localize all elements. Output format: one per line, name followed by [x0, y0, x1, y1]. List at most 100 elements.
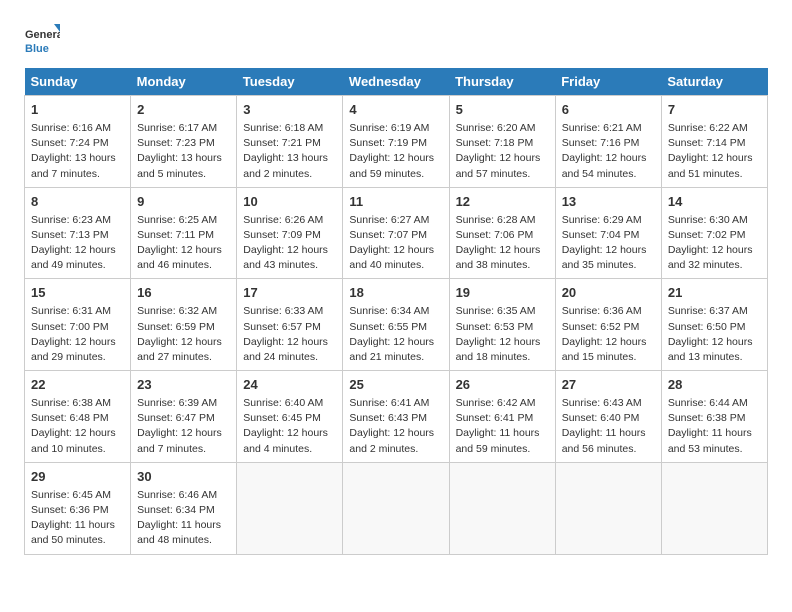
day-number: 25 — [349, 376, 442, 395]
day-info: Sunrise: 6:31 AMSunset: 7:00 PMDaylight:… — [31, 304, 124, 365]
weekday-header-monday: Monday — [131, 68, 237, 96]
calendar-day-23: 23Sunrise: 6:39 AMSunset: 6:47 PMDayligh… — [131, 371, 237, 463]
calendar-day-15: 15Sunrise: 6:31 AMSunset: 7:00 PMDayligh… — [25, 279, 131, 371]
header: General Blue — [24, 20, 768, 60]
calendar-day-9: 9Sunrise: 6:25 AMSunset: 7:11 PMDaylight… — [131, 187, 237, 279]
day-info: Sunrise: 6:34 AMSunset: 6:55 PMDaylight:… — [349, 304, 442, 365]
day-number: 16 — [137, 284, 230, 303]
calendar-week-row: 29Sunrise: 6:45 AMSunset: 6:36 PMDayligh… — [25, 462, 768, 554]
day-info: Sunrise: 6:27 AMSunset: 7:07 PMDaylight:… — [349, 213, 442, 274]
calendar-day-empty — [449, 462, 555, 554]
calendar-day-empty — [343, 462, 449, 554]
calendar-day-18: 18Sunrise: 6:34 AMSunset: 6:55 PMDayligh… — [343, 279, 449, 371]
calendar-day-empty — [555, 462, 661, 554]
day-info: Sunrise: 6:19 AMSunset: 7:19 PMDaylight:… — [349, 121, 442, 182]
svg-text:General: General — [25, 29, 60, 41]
day-number: 30 — [137, 468, 230, 487]
weekday-header-thursday: Thursday — [449, 68, 555, 96]
calendar-day-8: 8Sunrise: 6:23 AMSunset: 7:13 PMDaylight… — [25, 187, 131, 279]
calendar-week-row: 15Sunrise: 6:31 AMSunset: 7:00 PMDayligh… — [25, 279, 768, 371]
day-info: Sunrise: 6:42 AMSunset: 6:41 PMDaylight:… — [456, 396, 549, 457]
day-info: Sunrise: 6:21 AMSunset: 7:16 PMDaylight:… — [562, 121, 655, 182]
day-info: Sunrise: 6:37 AMSunset: 6:50 PMDaylight:… — [668, 304, 761, 365]
day-number: 5 — [456, 101, 549, 120]
day-number: 2 — [137, 101, 230, 120]
weekday-header-saturday: Saturday — [661, 68, 767, 96]
calendar-day-11: 11Sunrise: 6:27 AMSunset: 7:07 PMDayligh… — [343, 187, 449, 279]
calendar-day-19: 19Sunrise: 6:35 AMSunset: 6:53 PMDayligh… — [449, 279, 555, 371]
calendar-day-26: 26Sunrise: 6:42 AMSunset: 6:41 PMDayligh… — [449, 371, 555, 463]
day-number: 8 — [31, 193, 124, 212]
calendar-day-3: 3Sunrise: 6:18 AMSunset: 7:21 PMDaylight… — [237, 96, 343, 188]
day-number: 13 — [562, 193, 655, 212]
day-info: Sunrise: 6:28 AMSunset: 7:06 PMDaylight:… — [456, 213, 549, 274]
day-info: Sunrise: 6:41 AMSunset: 6:43 PMDaylight:… — [349, 396, 442, 457]
calendar-day-4: 4Sunrise: 6:19 AMSunset: 7:19 PMDaylight… — [343, 96, 449, 188]
day-info: Sunrise: 6:32 AMSunset: 6:59 PMDaylight:… — [137, 304, 230, 365]
calendar-day-22: 22Sunrise: 6:38 AMSunset: 6:48 PMDayligh… — [25, 371, 131, 463]
calendar-day-empty — [661, 462, 767, 554]
day-number: 19 — [456, 284, 549, 303]
day-number: 4 — [349, 101, 442, 120]
day-number: 18 — [349, 284, 442, 303]
day-info: Sunrise: 6:33 AMSunset: 6:57 PMDaylight:… — [243, 304, 336, 365]
day-info: Sunrise: 6:26 AMSunset: 7:09 PMDaylight:… — [243, 213, 336, 274]
calendar-table: SundayMondayTuesdayWednesdayThursdayFrid… — [24, 68, 768, 555]
day-number: 15 — [31, 284, 124, 303]
weekday-header-friday: Friday — [555, 68, 661, 96]
day-number: 27 — [562, 376, 655, 395]
day-number: 24 — [243, 376, 336, 395]
day-info: Sunrise: 6:30 AMSunset: 7:02 PMDaylight:… — [668, 213, 761, 274]
day-number: 26 — [456, 376, 549, 395]
calendar-day-17: 17Sunrise: 6:33 AMSunset: 6:57 PMDayligh… — [237, 279, 343, 371]
day-info: Sunrise: 6:17 AMSunset: 7:23 PMDaylight:… — [137, 121, 230, 182]
weekday-header-sunday: Sunday — [25, 68, 131, 96]
calendar-week-row: 1Sunrise: 6:16 AMSunset: 7:24 PMDaylight… — [25, 96, 768, 188]
day-number: 6 — [562, 101, 655, 120]
day-number: 7 — [668, 101, 761, 120]
calendar-day-30: 30Sunrise: 6:46 AMSunset: 6:34 PMDayligh… — [131, 462, 237, 554]
day-info: Sunrise: 6:38 AMSunset: 6:48 PMDaylight:… — [31, 396, 124, 457]
logo: General Blue — [24, 24, 60, 60]
day-info: Sunrise: 6:39 AMSunset: 6:47 PMDaylight:… — [137, 396, 230, 457]
calendar-week-row: 8Sunrise: 6:23 AMSunset: 7:13 PMDaylight… — [25, 187, 768, 279]
day-info: Sunrise: 6:25 AMSunset: 7:11 PMDaylight:… — [137, 213, 230, 274]
calendar-day-20: 20Sunrise: 6:36 AMSunset: 6:52 PMDayligh… — [555, 279, 661, 371]
day-info: Sunrise: 6:35 AMSunset: 6:53 PMDaylight:… — [456, 304, 549, 365]
day-number: 17 — [243, 284, 336, 303]
calendar-day-empty — [237, 462, 343, 554]
logo-svg: General Blue — [24, 24, 60, 60]
calendar-header: SundayMondayTuesdayWednesdayThursdayFrid… — [25, 68, 768, 96]
calendar-day-24: 24Sunrise: 6:40 AMSunset: 6:45 PMDayligh… — [237, 371, 343, 463]
calendar-day-28: 28Sunrise: 6:44 AMSunset: 6:38 PMDayligh… — [661, 371, 767, 463]
day-info: Sunrise: 6:36 AMSunset: 6:52 PMDaylight:… — [562, 304, 655, 365]
calendar-day-29: 29Sunrise: 6:45 AMSunset: 6:36 PMDayligh… — [25, 462, 131, 554]
day-info: Sunrise: 6:18 AMSunset: 7:21 PMDaylight:… — [243, 121, 336, 182]
day-info: Sunrise: 6:43 AMSunset: 6:40 PMDaylight:… — [562, 396, 655, 457]
calendar-day-21: 21Sunrise: 6:37 AMSunset: 6:50 PMDayligh… — [661, 279, 767, 371]
weekday-header-row: SundayMondayTuesdayWednesdayThursdayFrid… — [25, 68, 768, 96]
calendar-day-13: 13Sunrise: 6:29 AMSunset: 7:04 PMDayligh… — [555, 187, 661, 279]
day-number: 3 — [243, 101, 336, 120]
day-number: 20 — [562, 284, 655, 303]
svg-text:Blue: Blue — [25, 43, 49, 55]
day-info: Sunrise: 6:45 AMSunset: 6:36 PMDaylight:… — [31, 488, 124, 549]
calendar-day-6: 6Sunrise: 6:21 AMSunset: 7:16 PMDaylight… — [555, 96, 661, 188]
day-number: 11 — [349, 193, 442, 212]
day-number: 14 — [668, 193, 761, 212]
calendar-day-2: 2Sunrise: 6:17 AMSunset: 7:23 PMDaylight… — [131, 96, 237, 188]
day-number: 9 — [137, 193, 230, 212]
calendar-week-row: 22Sunrise: 6:38 AMSunset: 6:48 PMDayligh… — [25, 371, 768, 463]
day-info: Sunrise: 6:29 AMSunset: 7:04 PMDaylight:… — [562, 213, 655, 274]
day-number: 29 — [31, 468, 124, 487]
calendar-day-10: 10Sunrise: 6:26 AMSunset: 7:09 PMDayligh… — [237, 187, 343, 279]
calendar-day-25: 25Sunrise: 6:41 AMSunset: 6:43 PMDayligh… — [343, 371, 449, 463]
day-info: Sunrise: 6:46 AMSunset: 6:34 PMDaylight:… — [137, 488, 230, 549]
day-number: 10 — [243, 193, 336, 212]
day-number: 21 — [668, 284, 761, 303]
calendar-day-12: 12Sunrise: 6:28 AMSunset: 7:06 PMDayligh… — [449, 187, 555, 279]
day-info: Sunrise: 6:20 AMSunset: 7:18 PMDaylight:… — [456, 121, 549, 182]
weekday-header-tuesday: Tuesday — [237, 68, 343, 96]
calendar-day-14: 14Sunrise: 6:30 AMSunset: 7:02 PMDayligh… — [661, 187, 767, 279]
calendar-day-16: 16Sunrise: 6:32 AMSunset: 6:59 PMDayligh… — [131, 279, 237, 371]
